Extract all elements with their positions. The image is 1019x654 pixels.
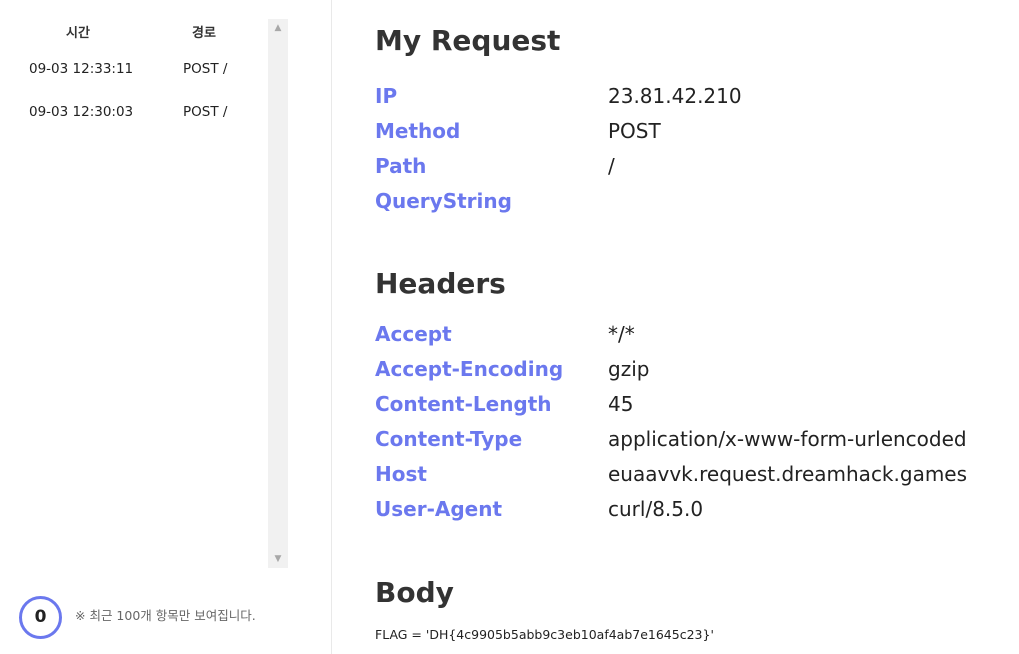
header-value: gzip: [608, 357, 650, 381]
path-label: Path: [375, 154, 427, 178]
headers-title: Headers: [375, 267, 506, 300]
ip-label: IP: [375, 84, 398, 108]
body-title: Body: [375, 576, 454, 609]
request-path: POST /: [183, 61, 228, 77]
request-count-badge: 0: [19, 596, 62, 639]
method-value: POST: [608, 119, 661, 143]
my-request-title: My Request: [375, 24, 561, 57]
header-value: euaavvk.request.dreamhack.games: [608, 462, 968, 486]
list-scrollbar[interactable]: ▲ ▼: [268, 19, 288, 568]
body-content: FLAG = 'DH{4c9905b5abb9c3eb10af4ab7e1645…: [375, 627, 714, 642]
request-list: 09-03 12:33:11 POST / 09-03 12:30:03 POS…: [0, 61, 265, 147]
scroll-down-arrow-icon[interactable]: ▼: [268, 550, 288, 568]
time-column-header: 시간: [66, 26, 90, 41]
request-list-item[interactable]: 09-03 12:33:11 POST /: [0, 61, 265, 104]
header-value: curl/8.5.0: [608, 497, 704, 521]
header-value: */*: [608, 322, 635, 346]
request-list-header: 시간 경로: [0, 22, 265, 42]
method-label: Method: [375, 119, 461, 143]
request-sidebar: 시간 경로 09-03 12:33:11 POST / 09-03 12:30:…: [0, 0, 332, 654]
header-key: Host: [375, 462, 427, 486]
request-time: 09-03 12:33:11: [29, 61, 134, 77]
request-detail: My Request IP 23.81.42.210 Method POST P…: [375, 0, 1015, 654]
header-key: Content-Length: [375, 392, 552, 416]
header-value: application/x-www-form-urlencoded: [608, 427, 967, 451]
request-time: 09-03 12:30:03: [29, 104, 134, 120]
request-path: POST /: [183, 104, 228, 120]
header-value: 45: [608, 392, 634, 416]
history-limit-note: ※ 최근 100개 항목만 보여집니다.: [75, 608, 256, 623]
header-key: Accept-Encoding: [375, 357, 564, 381]
request-list-item[interactable]: 09-03 12:30:03 POST /: [0, 104, 265, 147]
header-key: Accept: [375, 322, 452, 346]
path-column-header: 경로: [192, 26, 216, 41]
header-key: Content-Type: [375, 427, 523, 451]
header-key: User-Agent: [375, 497, 503, 521]
ip-value: 23.81.42.210: [608, 84, 742, 108]
querystring-label: QueryString: [375, 189, 512, 213]
scroll-up-arrow-icon[interactable]: ▲: [268, 19, 288, 37]
path-value: /: [608, 154, 615, 178]
